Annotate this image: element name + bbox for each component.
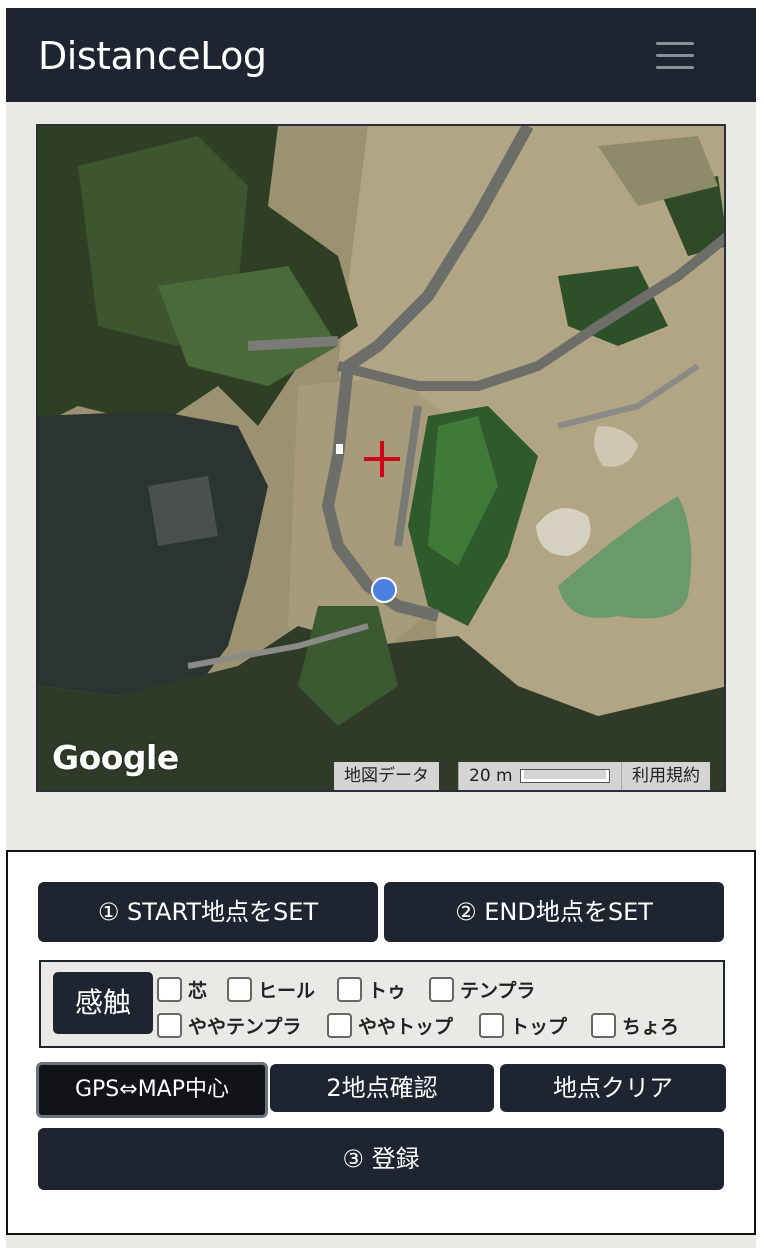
google-logo[interactable]: Google: [52, 738, 179, 777]
checkbox-label: 芯: [188, 979, 208, 1002]
register-button[interactable]: ③ 登録: [38, 1128, 724, 1190]
app-title[interactable]: DistanceLog: [38, 34, 267, 78]
end-point-button[interactable]: ② END地点をSET: [384, 882, 724, 942]
hamburger-menu-icon[interactable]: [656, 42, 694, 70]
checkbox-box[interactable]: [327, 1012, 352, 1038]
checkbox-box[interactable]: [429, 976, 454, 1002]
feel-selector: 感触 芯 ヒール トゥ テンプラ ややテンプラ ややトップ トップ ちょろ: [39, 960, 725, 1048]
checkbox-label: トップ: [510, 1015, 568, 1038]
scale-bar[interactable]: 20 m: [458, 762, 622, 790]
gps-map-center-button[interactable]: GPS⇔MAP中心: [36, 1062, 268, 1118]
blue-dot-location-icon: [371, 577, 397, 603]
checkbox-label: テンプラ: [460, 979, 536, 1002]
scale-line: [521, 770, 609, 782]
checkbox-heel[interactable]: ヒール: [227, 976, 315, 1002]
checkbox-label: ややテンプラ: [188, 1015, 302, 1038]
checkbox-label: ヒール: [258, 979, 316, 1002]
start-point-button[interactable]: ① START地点をSET: [38, 882, 378, 942]
control-panel: ① START地点をSET ② END地点をSET 感触 芯 ヒール トゥ テン…: [6, 850, 756, 1235]
checkbox-box[interactable]: [591, 1012, 616, 1038]
map-data-attribution[interactable]: 地図データ: [334, 762, 439, 790]
checkbox-slight-tempura[interactable]: ややテンプラ: [157, 1012, 301, 1038]
checkbox-box[interactable]: [479, 1012, 504, 1038]
app-frame: DistanceLog Google 地図データ 20 m 利用規約 ① STA…: [6, 8, 756, 1248]
checkbox-slight-top[interactable]: ややトップ: [327, 1012, 453, 1038]
checkbox-label: ちょろ: [622, 1015, 680, 1038]
checkbox-shin[interactable]: 芯: [157, 976, 207, 1002]
checkbox-box[interactable]: [157, 976, 182, 1002]
checkbox-chooro[interactable]: ちょろ: [591, 1012, 679, 1038]
checkbox-label: ややトップ: [358, 1015, 454, 1038]
checkbox-box[interactable]: [337, 976, 362, 1002]
checkbox-box[interactable]: [227, 976, 252, 1002]
confirm-two-points-button[interactable]: 2地点確認: [270, 1064, 494, 1112]
checkbox-label: トゥ: [368, 979, 407, 1002]
scale-label: 20 m: [469, 766, 513, 786]
checkbox-tempura[interactable]: テンプラ: [429, 976, 535, 1002]
checkbox-toe[interactable]: トゥ: [337, 976, 406, 1002]
feel-label: 感触: [53, 972, 153, 1034]
navbar: DistanceLog: [6, 8, 756, 102]
red-crosshair-icon: [364, 441, 400, 477]
clear-points-button[interactable]: 地点クリア: [500, 1064, 726, 1112]
checkbox-top[interactable]: トップ: [479, 1012, 567, 1038]
satellite-map[interactable]: Google 地図データ 20 m 利用規約: [36, 124, 726, 792]
terms-link[interactable]: 利用規約: [622, 762, 710, 790]
checkbox-box[interactable]: [157, 1012, 182, 1038]
